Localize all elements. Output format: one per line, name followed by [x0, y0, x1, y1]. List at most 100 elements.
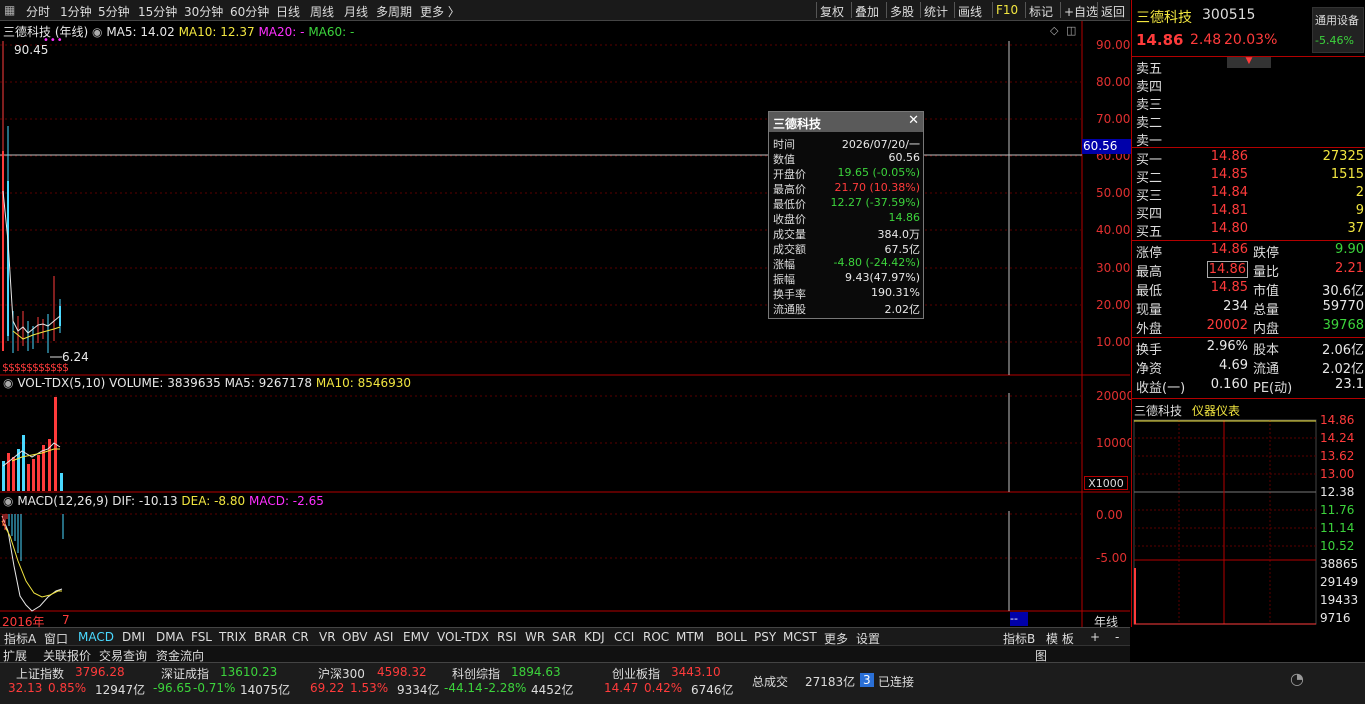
index-name[interactable]: 上证指数 — [16, 665, 64, 682]
toolbar-action[interactable]: 返回 — [1101, 3, 1125, 20]
indicator-tab[interactable]: BOLL — [716, 630, 747, 644]
period-tab[interactable]: 日线 — [276, 3, 300, 20]
indicator-tab[interactable]: MTM — [676, 630, 704, 644]
indicator-tab[interactable]: SAR — [552, 630, 576, 644]
toolbar-action[interactable]: 复权 — [820, 3, 844, 20]
stat-label: 量比 — [1253, 265, 1280, 280]
indicator-tab[interactable]: DMA — [156, 630, 184, 644]
indicator-tab[interactable]: DMI — [122, 630, 145, 644]
indicator-tab[interactable]: KDJ — [584, 630, 605, 644]
indicator-tab[interactable]: PSY — [754, 630, 776, 644]
sell-level[interactable]: 卖二 — [1132, 112, 1365, 131]
connection-status[interactable]: 已连接 — [878, 673, 914, 690]
indicator-tab[interactable]: TRIX — [219, 630, 246, 644]
indicator-tab-right[interactable]: - — [1115, 630, 1119, 644]
stat-label: 涨停 — [1136, 246, 1163, 261]
mini-axis-tick: 10.52 — [1320, 539, 1355, 553]
indicator-tab[interactable]: WR — [525, 630, 545, 644]
index-name[interactable]: 科创综指 — [452, 665, 500, 682]
indicator-tab[interactable]: CR — [292, 630, 309, 644]
buy-level[interactable]: 买三 14.84 2 — [1132, 185, 1365, 204]
stat-label: 现量 — [1136, 303, 1163, 318]
indicator-tab[interactable]: OBV — [342, 630, 368, 644]
macd-title: MACD(12,26,9) — [17, 494, 109, 508]
crosshair-date-label: -- — [1010, 612, 1028, 626]
index-name[interactable]: 沪深300 — [318, 665, 365, 682]
indicator-tab[interactable]: CCI — [614, 630, 634, 644]
index-amount: 9334亿 — [397, 683, 440, 697]
indicator-tab[interactable]: MCST — [783, 630, 817, 644]
toolbar-action[interactable]: 标记 — [1029, 3, 1053, 20]
period-tab[interactable]: 多周期 — [376, 3, 412, 20]
mini-axis-tick: 38865 — [1320, 557, 1359, 571]
period-tab[interactable]: 60分钟 — [230, 3, 269, 20]
category-box[interactable]: 通用设备 -5.46% — [1312, 7, 1364, 53]
toolbar-separator — [851, 2, 852, 18]
axis-tick: 20000 — [1096, 389, 1135, 403]
axis-tick: 90.00 — [1096, 38, 1131, 52]
period-tab[interactable]: 月线 — [344, 3, 368, 20]
indicator-tab[interactable]: MACD — [78, 630, 114, 644]
buy-level[interactable]: 买四 14.81 9 — [1132, 203, 1365, 222]
indicator-tab[interactable]: BRAR — [254, 630, 287, 644]
vol-ma10: MA10: 8546930 — [315, 376, 412, 390]
vol-gear-icon[interactable]: ◉ — [3, 376, 13, 390]
macd-gear-icon[interactable]: ◉ — [3, 494, 13, 508]
tooltip-label: 最高价 — [773, 183, 806, 196]
sell-level[interactable]: 卖三 — [1132, 94, 1365, 113]
tooltip-label: 最低价 — [773, 198, 806, 211]
chart-canvas[interactable] — [0, 21, 1130, 627]
indicator-tab[interactable]: FSL — [191, 630, 212, 644]
buy-level[interactable]: 买一 14.86 27325 — [1132, 149, 1365, 168]
toolbar-action[interactable]: +自选 — [1064, 3, 1098, 20]
period-tab[interactable]: 1分钟 — [60, 3, 92, 20]
tooltip-label: 成交额 — [773, 243, 806, 256]
macd-value: MACD: -2.65 — [248, 494, 324, 508]
vol-ma5: MA5: 9267178 — [224, 376, 313, 390]
period-tab[interactable]: 周线 — [310, 3, 334, 20]
divider — [1132, 398, 1365, 399]
toolbar-action[interactable]: F10 — [996, 3, 1018, 17]
indicator-tab[interactable]: ASI — [374, 630, 393, 644]
tooltip-row: 最高价 21.70 (10.38%) — [769, 181, 923, 196]
indicator-tab[interactable]: VR — [319, 630, 336, 644]
toolbar-action[interactable]: 统计 — [924, 3, 948, 20]
index-name[interactable]: 创业板指 — [612, 665, 660, 682]
last-price: 14.86 — [1136, 31, 1184, 49]
buy-level[interactable]: 买五 14.80 37 — [1132, 221, 1365, 240]
buy-level[interactable]: 买二 14.85 1515 — [1132, 167, 1365, 186]
tooltip-label: 成交量 — [773, 228, 806, 241]
toolbar-action[interactable]: 叠加 — [855, 3, 879, 20]
indicator-tab[interactable]: ROC — [643, 630, 669, 644]
bell-icon[interactable]: ◔ — [1290, 669, 1304, 688]
mini-axis-tick: 19433 — [1320, 593, 1359, 607]
tooltip-close-icon[interactable]: ✕ — [908, 113, 919, 128]
period-tab[interactable]: 15分钟 — [138, 3, 177, 20]
period-tab[interactable]: 30分钟 — [184, 3, 223, 20]
period-tab[interactable]: 5分钟 — [98, 3, 130, 20]
sell-label: 卖四 — [1136, 80, 1163, 95]
price-change: 2.48 — [1190, 32, 1222, 48]
sell-level[interactable]: 卖四 — [1132, 76, 1365, 95]
period-tab[interactable]: 更多 〉 — [420, 3, 460, 20]
sell-level[interactable]: 卖五 — [1132, 58, 1365, 77]
stat-label: 市值 — [1253, 284, 1280, 299]
stat-value: 234 — [1223, 299, 1248, 314]
toolbar-action[interactable]: 多股 — [890, 3, 914, 20]
index-name[interactable]: 深证成指 — [161, 665, 209, 682]
grid-icon[interactable]: ▦ — [4, 3, 15, 17]
stat-label: 最低 — [1136, 284, 1163, 299]
stat-row: 最高 14.86 量比 2.21 — [1132, 261, 1365, 280]
tooltip-value: 12.27 (-37.59%) — [830, 196, 920, 209]
buy-label: 买一 — [1136, 153, 1163, 168]
period-tab[interactable]: 分时 — [26, 3, 50, 20]
indicator-tab[interactable]: VOL-TDX — [437, 630, 489, 644]
indicator-tab[interactable]: RSI — [497, 630, 517, 644]
indicator-tab[interactable]: EMV — [403, 630, 429, 644]
event-markers[interactable]: $$$$$$$$$$$ — [2, 361, 69, 374]
stat-label: 股本 — [1253, 343, 1280, 358]
indicator-tab-right[interactable]: + — [1090, 630, 1100, 644]
tooltip-label: 涨幅 — [773, 258, 795, 271]
tooltip-label: 流通股 — [773, 303, 806, 316]
toolbar-action[interactable]: 画线 — [958, 3, 982, 20]
